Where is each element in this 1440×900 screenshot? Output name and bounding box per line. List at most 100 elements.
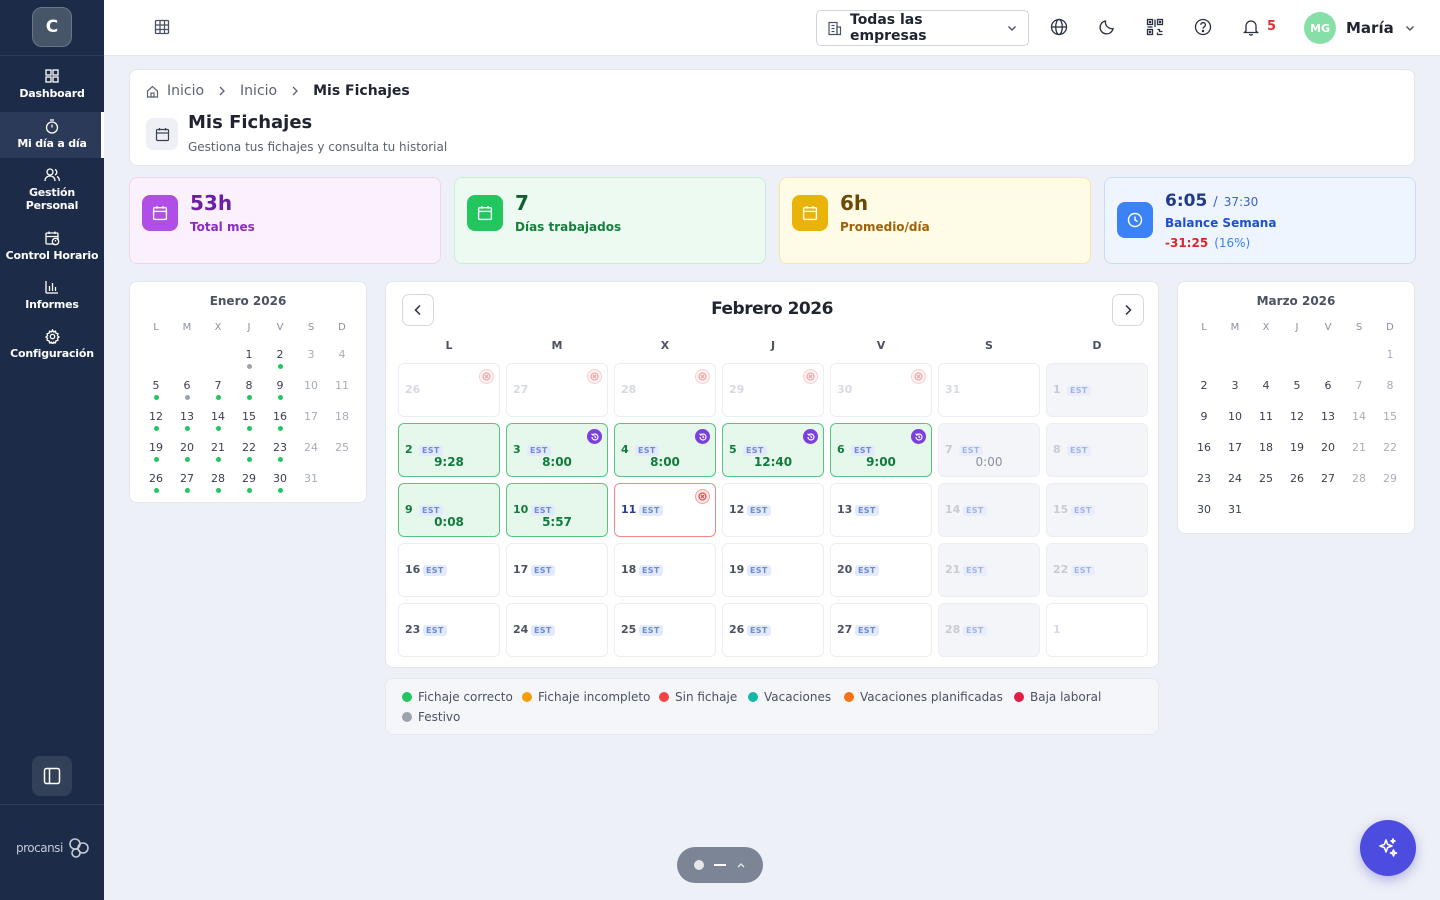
- mini-calendar-day[interactable]: 22: [1378, 441, 1402, 454]
- mini-calendar-day[interactable]: 29: [237, 472, 261, 493]
- apps-grid-icon[interactable]: [154, 19, 170, 35]
- mini-calendar-day[interactable]: 15: [1378, 410, 1402, 423]
- calendar-day-cell[interactable]: 2 EST 9:28: [398, 423, 500, 477]
- mini-calendar-day[interactable]: 11: [330, 379, 354, 392]
- mini-calendar-day[interactable]: 5: [1285, 379, 1309, 392]
- mini-calendar-day[interactable]: 28: [206, 472, 230, 493]
- calendar-day-cell[interactable]: 19 EST: [722, 543, 824, 597]
- mini-calendar-day[interactable]: 19: [1285, 441, 1309, 454]
- mini-calendar-day[interactable]: 5: [144, 379, 168, 400]
- mini-calendar-day[interactable]: 27: [175, 472, 199, 493]
- sidebar-item-dashboard[interactable]: Dashboard: [0, 63, 104, 109]
- calendar-day-cell[interactable]: 8 EST: [1046, 423, 1148, 477]
- ai-assistant-button[interactable]: [1360, 820, 1416, 876]
- sidebar-item-informes[interactable]: Informes: [0, 276, 104, 316]
- mini-calendar-day[interactable]: 6: [175, 379, 199, 400]
- mini-calendar-day[interactable]: 4: [330, 348, 354, 361]
- calendar-day-cell[interactable]: 24 EST: [506, 603, 608, 657]
- breadcrumb-link[interactable]: Inicio: [167, 83, 204, 99]
- mini-calendar-day[interactable]: 2: [268, 348, 292, 369]
- mini-calendar-day[interactable]: 16: [268, 410, 292, 431]
- mini-calendar-day[interactable]: 28: [1347, 472, 1371, 485]
- calendar-day-cell[interactable]: 21 EST: [938, 543, 1040, 597]
- calendar-day-cell[interactable]: 12 EST: [722, 483, 824, 537]
- mini-calendar-day[interactable]: 25: [1254, 472, 1278, 485]
- mini-calendar-day[interactable]: 3: [299, 348, 323, 361]
- mini-calendar-day[interactable]: 1: [237, 348, 261, 369]
- mini-calendar-day[interactable]: 19: [144, 441, 168, 462]
- help-icon[interactable]: [1194, 18, 1212, 36]
- mini-calendar-day[interactable]: 8: [1378, 379, 1402, 392]
- mini-calendar-day[interactable]: 30: [268, 472, 292, 493]
- mini-calendar-day[interactable]: 17: [299, 410, 323, 423]
- calendar-day-cell[interactable]: 27 EST: [830, 603, 932, 657]
- mini-calendar-day[interactable]: 29: [1378, 472, 1402, 485]
- sidebar-item-gestion-personal[interactable]: Gestión Personal: [0, 162, 104, 214]
- mini-calendar-day[interactable]: 9: [268, 379, 292, 400]
- calendar-day-cell[interactable]: 30: [830, 363, 932, 417]
- mini-calendar-day[interactable]: 17: [1223, 441, 1247, 454]
- floating-toolbar[interactable]: [677, 847, 763, 883]
- calendar-day-cell[interactable]: 9 EST 0:08: [398, 483, 500, 537]
- calendar-day-cell[interactable]: 23 EST: [398, 603, 500, 657]
- calendar-day-cell[interactable]: 26 EST: [722, 603, 824, 657]
- mini-calendar-day[interactable]: 26: [1285, 472, 1309, 485]
- mini-calendar-day[interactable]: 21: [206, 441, 230, 462]
- company-logo[interactable]: C: [32, 7, 72, 47]
- mini-calendar-day[interactable]: 26: [144, 472, 168, 493]
- calendar-day-cell[interactable]: 22 EST: [1046, 543, 1148, 597]
- breadcrumb-link[interactable]: Inicio: [240, 83, 277, 99]
- calendar-day-cell[interactable]: 13 EST: [830, 483, 932, 537]
- next-month-button[interactable]: [1112, 294, 1144, 326]
- calendar-day-cell[interactable]: 15 EST: [1046, 483, 1148, 537]
- mini-calendar-day[interactable]: 20: [175, 441, 199, 462]
- mini-calendar-day[interactable]: 30: [1192, 503, 1216, 516]
- mini-calendar-day[interactable]: 18: [330, 410, 354, 423]
- mini-calendar-day[interactable]: 31: [299, 472, 323, 485]
- calendar-day-cell[interactable]: 1: [1046, 603, 1148, 657]
- calendar-day-cell[interactable]: 26: [398, 363, 500, 417]
- mini-calendar-day[interactable]: 20: [1316, 441, 1340, 454]
- mini-calendar-day[interactable]: 11: [1254, 410, 1278, 423]
- sidebar-item-configuracion[interactable]: Configuración: [0, 326, 104, 366]
- mini-calendar-day[interactable]: 7: [1347, 379, 1371, 392]
- mini-calendar-day[interactable]: 13: [175, 410, 199, 431]
- calendar-day-cell[interactable]: 28 EST: [938, 603, 1040, 657]
- mini-calendar-day[interactable]: 25: [330, 441, 354, 454]
- sidebar-item-control-horario[interactable]: Control Horario: [0, 226, 104, 266]
- mini-calendar-day[interactable]: 3: [1223, 379, 1247, 392]
- calendar-day-cell[interactable]: 25 EST: [614, 603, 716, 657]
- calendar-day-cell[interactable]: 10 EST 5:57: [506, 483, 608, 537]
- bell-icon[interactable]: [1242, 18, 1260, 36]
- calendar-day-cell[interactable]: 17 EST: [506, 543, 608, 597]
- mini-calendar-day[interactable]: 22: [237, 441, 261, 462]
- calendar-day-cell[interactable]: 29: [722, 363, 824, 417]
- mini-calendar-day[interactable]: 12: [1285, 410, 1309, 423]
- mini-calendar-day[interactable]: 1: [1378, 348, 1402, 361]
- calendar-day-cell[interactable]: 20 EST: [830, 543, 932, 597]
- mini-calendar-day[interactable]: 14: [206, 410, 230, 431]
- mini-calendar-day[interactable]: 7: [206, 379, 230, 400]
- mini-calendar-day[interactable]: 24: [1223, 472, 1247, 485]
- calendar-day-cell[interactable]: 11 EST: [614, 483, 716, 537]
- mini-calendar-day[interactable]: 9: [1192, 410, 1216, 423]
- calendar-day-cell[interactable]: 14 EST: [938, 483, 1040, 537]
- calendar-day-cell[interactable]: 4 EST 8:00: [614, 423, 716, 477]
- calendar-day-cell[interactable]: 27: [506, 363, 608, 417]
- calendar-day-cell[interactable]: 31: [938, 363, 1040, 417]
- mini-calendar-day[interactable]: 23: [268, 441, 292, 462]
- mini-calendar-day[interactable]: 27: [1316, 472, 1340, 485]
- calendar-day-cell[interactable]: 18 EST: [614, 543, 716, 597]
- calendar-day-cell[interactable]: 16 EST: [398, 543, 500, 597]
- sidebar-collapse-button[interactable]: [32, 756, 72, 796]
- mini-calendar-day[interactable]: 6: [1316, 379, 1340, 392]
- mini-calendar-day[interactable]: 10: [299, 379, 323, 392]
- mini-calendar-day[interactable]: 10: [1223, 410, 1247, 423]
- user-menu[interactable]: MG María: [1304, 12, 1416, 44]
- calendar-day-cell[interactable]: 7 EST 0:00: [938, 423, 1040, 477]
- moon-icon[interactable]: [1098, 18, 1116, 36]
- calendar-day-cell[interactable]: 5 EST 12:40: [722, 423, 824, 477]
- qr-code-icon[interactable]: [1146, 18, 1164, 36]
- mini-calendar-day[interactable]: 14: [1347, 410, 1371, 423]
- globe-icon[interactable]: [1050, 18, 1068, 36]
